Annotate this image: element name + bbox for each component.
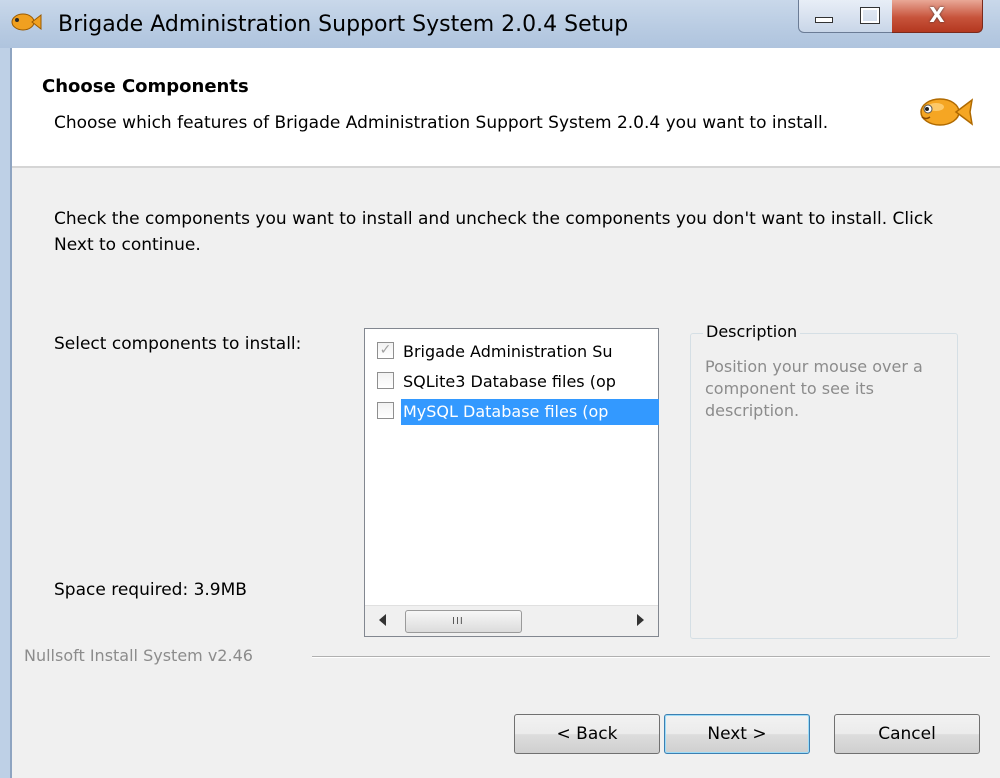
scroll-right-icon[interactable] (637, 614, 644, 626)
instructions-text: Check the components you want to install… (54, 209, 934, 255)
cancel-button[interactable]: Cancel (834, 714, 980, 754)
branding-text: Nullsoft Install System v2.46 (24, 646, 259, 665)
close-icon: X (929, 3, 945, 27)
component-item-sqlite[interactable]: SQLite3 Database files (op (373, 369, 657, 395)
page-subtitle: Choose which features of Brigade Adminis… (54, 113, 829, 133)
checkbox-icon[interactable] (377, 402, 394, 419)
header-panel: Choose Components Choose which features … (12, 48, 1000, 168)
maximize-button[interactable] (846, 0, 893, 33)
component-label: SQLite3 Database files (op (403, 372, 616, 391)
space-required-label: Space required: 3.9MB (54, 580, 247, 600)
checkbox-icon[interactable] (377, 372, 394, 389)
minimize-button[interactable] (798, 0, 848, 33)
component-label: MySQL Database files (op (401, 399, 659, 425)
window-title: Brigade Administration Support System 2.… (58, 12, 629, 37)
back-button[interactable]: < Back (514, 714, 660, 754)
grip-icon: III (452, 616, 464, 627)
horizontal-scrollbar[interactable]: III (365, 605, 658, 636)
scroll-left-icon[interactable] (379, 614, 386, 626)
description-groupbox: Description Position your mouse over a c… (690, 322, 958, 639)
dialog-body: Check the components you want to install… (12, 168, 1000, 778)
component-item-mysql[interactable]: MySQL Database files (op (373, 399, 659, 425)
fish-icon (920, 98, 974, 126)
page-title: Choose Components (42, 76, 249, 97)
description-title: Description (703, 322, 801, 341)
close-button[interactable]: X (892, 0, 983, 33)
components-tree[interactable]: ✓ Brigade Administration Su SQLite3 Data… (364, 328, 659, 637)
setup-window: Brigade Administration Support System 2.… (0, 0, 1000, 778)
checkbox-checked-disabled-icon[interactable]: ✓ (377, 342, 394, 359)
maximize-icon (860, 7, 880, 24)
scroll-thumb[interactable]: III (405, 610, 522, 633)
component-label: Brigade Administration Su (403, 342, 613, 361)
title-bar[interactable]: Brigade Administration Support System 2.… (0, 0, 1000, 48)
branding-divider (312, 656, 990, 658)
select-components-label: Select components to install: (54, 334, 302, 354)
description-text: Position your mouse over a component to … (705, 357, 923, 420)
component-item-brigade[interactable]: ✓ Brigade Administration Su (373, 339, 657, 365)
minimize-icon (815, 17, 833, 23)
fish-icon (11, 13, 42, 31)
window-frame (0, 48, 10, 778)
next-button[interactable]: Next > (664, 714, 810, 754)
